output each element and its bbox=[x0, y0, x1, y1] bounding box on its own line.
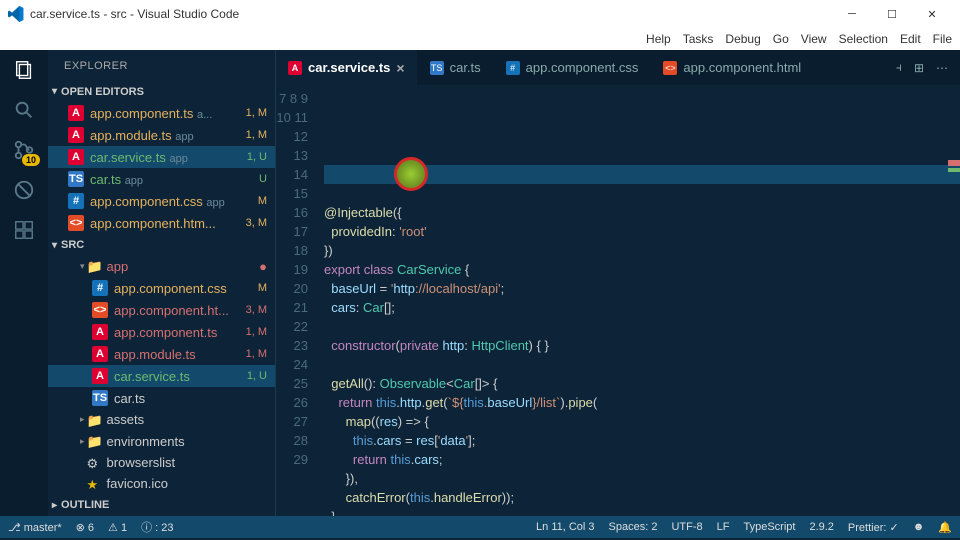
activity-bar: 10 bbox=[0, 50, 48, 516]
open-editor-item[interactable]: TScar.ts appU bbox=[48, 168, 275, 190]
code-content[interactable]: import { Car } from './car'; @Injectable… bbox=[324, 85, 960, 516]
src-file-item[interactable]: Aapp.module.ts1, M bbox=[48, 343, 275, 365]
status-branch[interactable]: ⎇ master* bbox=[8, 521, 62, 534]
vscode-icon bbox=[8, 6, 24, 22]
close-button[interactable]: ✕ bbox=[912, 0, 952, 28]
extensions-icon[interactable] bbox=[12, 218, 36, 242]
menu-selection[interactable]: Selection bbox=[839, 32, 888, 46]
tab-app-component-html[interactable]: <>app.component.html bbox=[651, 50, 814, 85]
tabs: Acar.service.ts×TScar.ts#app.component.c… bbox=[276, 50, 960, 85]
tab-app-component-css[interactable]: #app.component.css bbox=[494, 50, 652, 85]
sidebar-title: EXPLORER bbox=[48, 50, 275, 81]
folder-assets[interactable]: ▸📁assets bbox=[48, 409, 275, 430]
status-warnings[interactable]: ⚠ 1 bbox=[108, 521, 127, 534]
file-icon: <> bbox=[92, 302, 108, 318]
file-icon: A bbox=[92, 368, 108, 384]
editor: Acar.service.ts×TScar.ts#app.component.c… bbox=[276, 50, 960, 516]
folder-environments[interactable]: ▸📁environments bbox=[48, 431, 275, 452]
code-area[interactable]: 7 8 9 10 11 12 13 14 15 16 17 18 19 20 2… bbox=[276, 85, 960, 516]
status-eol[interactable]: LF bbox=[717, 521, 730, 533]
open-editor-item[interactable]: <>app.component.htm... 3, M bbox=[48, 212, 275, 234]
cursor-highlight-icon bbox=[394, 157, 428, 191]
menu-debug[interactable]: Debug bbox=[725, 32, 760, 46]
open-editor-item[interactable]: Aapp.component.ts a...1, M bbox=[48, 102, 275, 124]
status-encoding[interactable]: UTF-8 bbox=[671, 521, 702, 533]
menu-help[interactable]: Help bbox=[646, 32, 671, 46]
open-editor-item[interactable]: Acar.service.ts app1, U bbox=[48, 146, 275, 168]
src-file-item[interactable]: #app.component.cssM bbox=[48, 277, 275, 299]
open-editor-item[interactable]: Aapp.module.ts app1, M bbox=[48, 124, 275, 146]
file-icon: A bbox=[92, 346, 108, 362]
src-file-item[interactable]: Acar.service.ts1, U bbox=[48, 365, 275, 387]
file-icon: TS bbox=[68, 171, 84, 187]
section-outline[interactable]: ▸OUTLINE bbox=[48, 495, 275, 516]
file-icon: TS bbox=[92, 390, 108, 406]
more-actions-icon[interactable]: ⋯ bbox=[936, 61, 948, 75]
scm-icon[interactable]: 10 bbox=[12, 138, 36, 162]
menu-file[interactable]: File bbox=[933, 32, 952, 46]
status-errors[interactable]: ⊗ 6 bbox=[76, 521, 94, 534]
file-browserslist[interactable]: ▸⚙browserslist bbox=[48, 452, 275, 473]
file-icon: A bbox=[288, 61, 302, 75]
section-src[interactable]: ▾SRC bbox=[48, 234, 275, 255]
split-editor-icon[interactable]: ⫞ bbox=[896, 60, 902, 75]
file-icon: A bbox=[68, 127, 84, 143]
window-title: car.service.ts - src - Visual Studio Cod… bbox=[30, 7, 239, 21]
line-gutter: 7 8 9 10 11 12 13 14 15 16 17 18 19 20 2… bbox=[276, 85, 324, 516]
menu-go[interactable]: Go bbox=[773, 32, 789, 46]
status-info[interactable]: ⓘ : 23 bbox=[141, 519, 173, 535]
file-favicon[interactable]: ▸★favicon.ico bbox=[48, 473, 275, 494]
menu-edit[interactable]: Edit bbox=[900, 32, 921, 46]
file-icon: TS bbox=[430, 61, 444, 75]
status-lang[interactable]: TypeScript bbox=[743, 521, 795, 533]
section-open-editors[interactable]: ▾OPEN EDITORS bbox=[48, 81, 275, 102]
menu-tasks[interactable]: Tasks bbox=[683, 32, 714, 46]
status-version[interactable]: 2.9.2 bbox=[809, 521, 833, 533]
debug-icon[interactable] bbox=[12, 178, 36, 202]
minimize-button[interactable]: ─ bbox=[832, 0, 872, 28]
file-icon: A bbox=[68, 105, 84, 121]
folder-app[interactable]: ▾📁app● bbox=[48, 256, 275, 277]
tab-car-service-ts[interactable]: Acar.service.ts× bbox=[276, 50, 418, 85]
src-file-item[interactable]: <>app.component.ht...3, M bbox=[48, 299, 275, 321]
search-icon[interactable] bbox=[12, 98, 36, 122]
src-file-item[interactable]: Aapp.component.ts1, M bbox=[48, 321, 275, 343]
status-spaces[interactable]: Spaces: 2 bbox=[609, 521, 658, 533]
file-icon: A bbox=[68, 149, 84, 165]
sidebar: EXPLORER ▾OPEN EDITORS Aapp.component.ts… bbox=[48, 50, 276, 516]
file-icon: # bbox=[92, 280, 108, 296]
file-icon: # bbox=[506, 61, 520, 75]
file-icon: <> bbox=[68, 215, 84, 231]
src-file-item[interactable]: TScar.ts bbox=[48, 387, 275, 409]
maximize-button[interactable]: ☐ bbox=[872, 0, 912, 28]
titlebar: car.service.ts - src - Visual Studio Cod… bbox=[0, 0, 960, 28]
minimap[interactable] bbox=[948, 120, 960, 220]
file-icon: A bbox=[92, 324, 108, 340]
status-prettier[interactable]: Prettier: ✓ bbox=[848, 521, 899, 534]
status-bell-icon[interactable]: 🔔 bbox=[938, 521, 952, 534]
editor-layout-icon[interactable]: ⊞ bbox=[914, 61, 924, 75]
file-icon: <> bbox=[663, 61, 677, 75]
menubar: Help Tasks Debug Go View Selection Edit … bbox=[0, 28, 960, 50]
scm-badge: 10 bbox=[22, 154, 40, 166]
close-tab-icon[interactable]: × bbox=[396, 60, 404, 76]
explorer-icon[interactable] bbox=[12, 58, 36, 82]
open-editor-item[interactable]: #app.component.css appM bbox=[48, 190, 275, 212]
status-position[interactable]: Ln 11, Col 3 bbox=[536, 521, 595, 533]
status-feedback-icon[interactable]: ☻ bbox=[913, 521, 925, 533]
file-icon: # bbox=[68, 193, 84, 209]
tab-car-ts[interactable]: TScar.ts bbox=[418, 50, 494, 85]
statusbar: ⎇ master* ⊗ 6 ⚠ 1 ⓘ : 23 Ln 11, Col 3 Sp… bbox=[0, 516, 960, 538]
menu-view[interactable]: View bbox=[801, 32, 827, 46]
